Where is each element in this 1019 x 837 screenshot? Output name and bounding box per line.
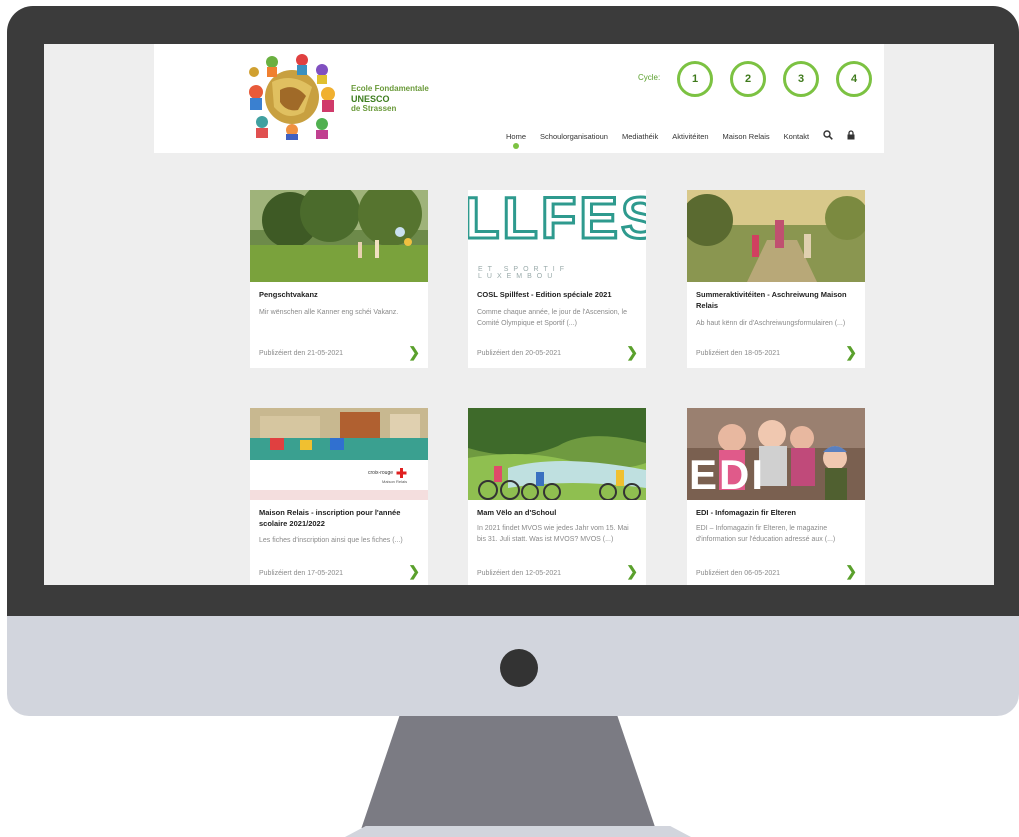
school-name-line2: UNESCO (351, 94, 390, 104)
cycle-3-button[interactable]: 3 (783, 61, 819, 97)
search-icon[interactable] (823, 130, 833, 143)
monitor-camera (500, 649, 538, 687)
news-card[interactable]: Summeraktivitéiten - Aschreiwung Maison … (687, 190, 865, 368)
card-excerpt: Ab haut kënn dir d'Aschreiwungsformulair… (696, 320, 846, 327)
card-excerpt: Comme chaque année, le jour de l'Ascensi… (477, 309, 627, 327)
card-image-pengschtvakanz[interactable] (250, 190, 428, 282)
card-title[interactable]: Mam Vëlo an d'Schoul (477, 507, 637, 518)
news-card[interactable]: Mam Vëlo an d'Schoul In 2021 findet MVOS… (468, 408, 646, 585)
card-excerpt: Mir wënschen alle Kanner eng schéi Vakan… (259, 309, 399, 316)
main-nav: Home Schoulorganisatioun Mediathéik Akti… (506, 130, 884, 149)
nav-schoulorganisatioun[interactable]: Schoulorganisatioun (540, 132, 608, 141)
card-image-text: LLFES (468, 190, 646, 252)
cycle-2-button[interactable]: 2 (730, 61, 766, 97)
school-logo[interactable] (242, 52, 342, 140)
monitor-foot (345, 826, 691, 837)
chevron-right-icon[interactable]: ❯ (626, 344, 638, 361)
news-card[interactable]: Pengschtvakanz Mir wënschen alle Kanner … (250, 190, 428, 368)
chevron-right-icon[interactable]: ❯ (845, 344, 857, 361)
card-image-summeraktiviteiten[interactable] (687, 190, 865, 282)
cycle-label: Cycle: (638, 73, 661, 82)
card-published-date: Publizéiert den 18-05-2021 (696, 350, 781, 357)
card-image-spillfest[interactable]: LLFES ET SPORTIF LUXEMBOU (468, 190, 646, 282)
nav-aktiviteiten[interactable]: Aktivitéiten (672, 132, 708, 141)
card-published-date: Publizéiert den 06-05-2021 (696, 570, 781, 577)
card-title[interactable]: Summeraktivitéiten - Aschreiwung Maison … (696, 289, 856, 311)
chevron-right-icon[interactable]: ❯ (845, 563, 857, 580)
nav-kontakt[interactable]: Kontakt (784, 132, 809, 141)
card-published-date: Publizéiert den 17-05-2021 (259, 570, 344, 577)
news-card[interactable]: EDI EDI - Infomagazin fir Elteren EDI – … (687, 408, 865, 585)
school-name-line1: Ecole Fondamentale (351, 84, 429, 93)
card-image-text: croix-rouge (368, 470, 394, 476)
card-image-subtext: ET SPORTIF LUXEMBOU (478, 266, 569, 280)
news-card[interactable]: croix-rouge Maison Relais Maison Relais … (250, 408, 428, 585)
nav-mediatheik[interactable]: Mediathéik (622, 132, 658, 141)
nav-maison-relais[interactable]: Maison Relais (723, 132, 770, 141)
card-title[interactable]: Pengschtvakanz (259, 289, 419, 300)
chevron-right-icon[interactable]: ❯ (626, 563, 638, 580)
card-image-edi[interactable]: EDI (687, 408, 865, 500)
card-published-date: Publizéiert den 20-05-2021 (477, 350, 562, 357)
card-excerpt: In 2021 findet MVOS wie jedes Jahr vom 1… (477, 525, 629, 543)
monitor-stand (361, 716, 656, 828)
cycle-4-button[interactable]: 4 (836, 61, 872, 97)
card-excerpt: Les fiches d'inscription ainsi que les f… (259, 537, 403, 544)
chevron-right-icon[interactable]: ❯ (408, 563, 420, 580)
school-name-line3: de Strassen (351, 104, 397, 113)
card-image-subtext: Maison Relais (382, 479, 408, 484)
card-title[interactable]: COSL Spillfest - Edition spéciale 2021 (477, 289, 637, 300)
card-title[interactable]: EDI - Infomagazin fir Elteren (696, 507, 856, 518)
card-published-date: Publizéiert den 12-05-2021 (477, 570, 562, 577)
nav-home[interactable]: Home (506, 132, 526, 149)
card-excerpt: EDI – Infomagazin fir Elteren, le magazi… (696, 525, 836, 543)
news-card[interactable]: LLFES ET SPORTIF LUXEMBOU COSL Spillfest… (468, 190, 646, 368)
card-title[interactable]: Maison Relais - inscription pour l'année… (259, 507, 419, 529)
card-image-mam-velo[interactable] (468, 408, 646, 500)
card-published-date: Publizéiert den 21-05-2021 (259, 350, 344, 357)
cycle-1-button[interactable]: 1 (677, 61, 713, 97)
site-header: Ecole Fondamentale UNESCO de Strassen Cy… (154, 44, 884, 153)
card-image-maison-relais[interactable]: croix-rouge Maison Relais (250, 408, 428, 500)
card-image-text: EDI (689, 451, 766, 498)
monitor-screen: Ecole Fondamentale UNESCO de Strassen Cy… (44, 44, 994, 585)
chevron-right-icon[interactable]: ❯ (408, 344, 420, 361)
school-name[interactable]: Ecole Fondamentale UNESCO de Strassen (351, 84, 429, 114)
lock-icon[interactable] (847, 130, 855, 143)
